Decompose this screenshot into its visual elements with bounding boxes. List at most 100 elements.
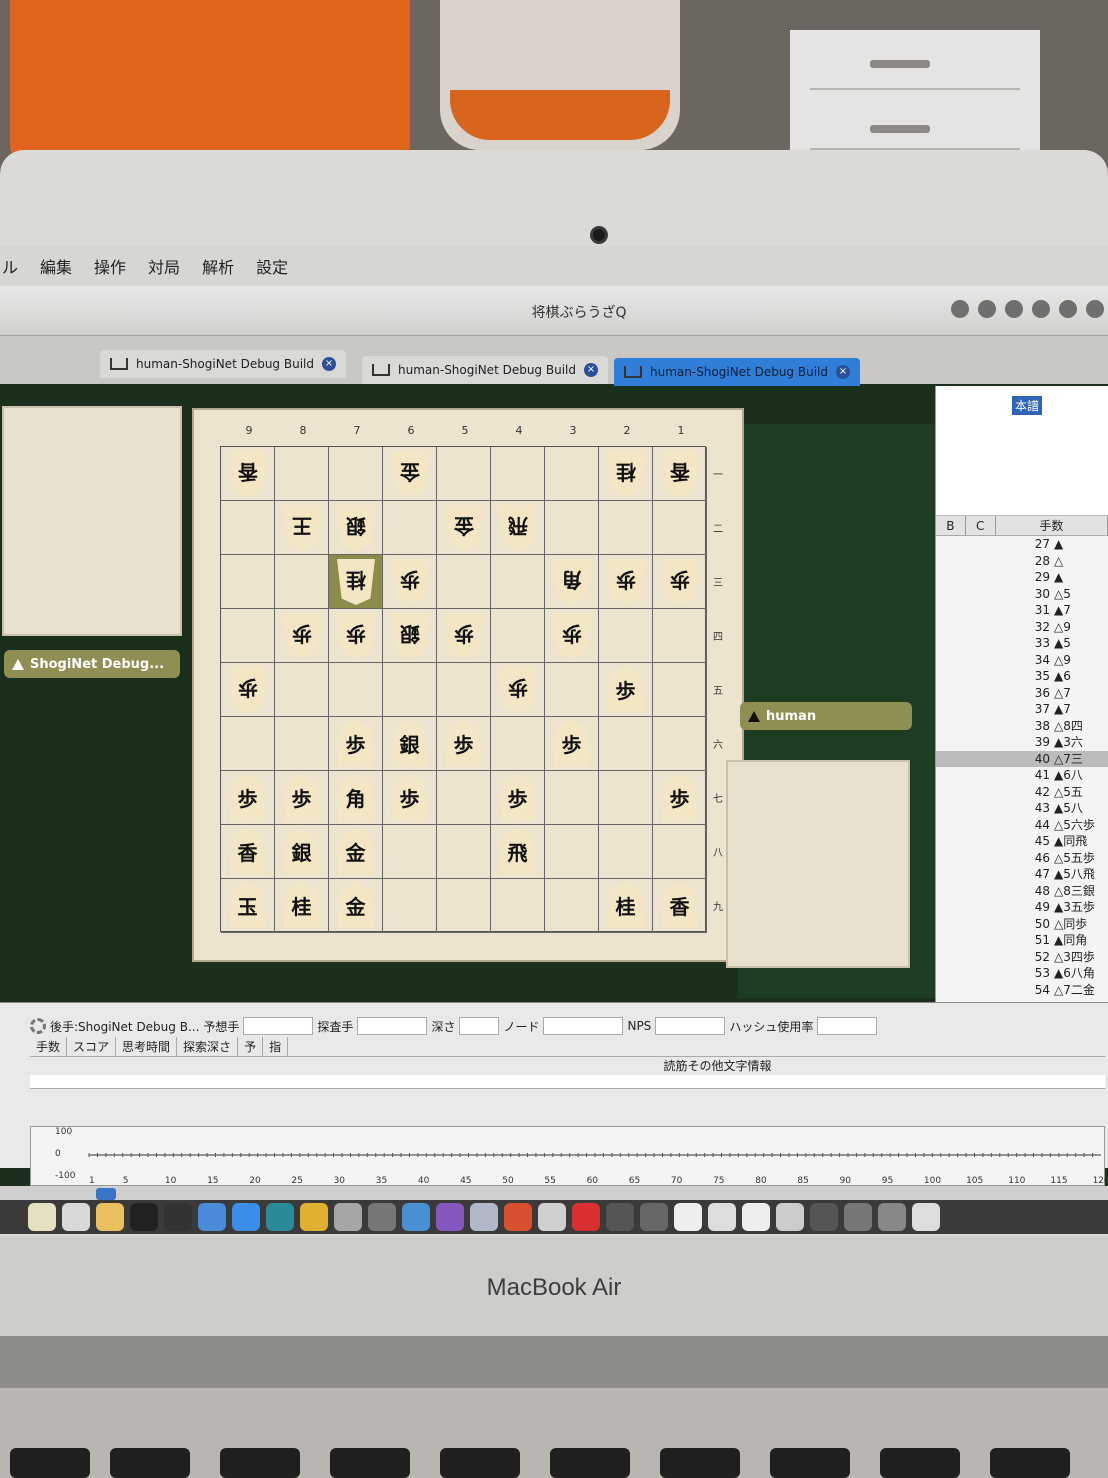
- kifu-row[interactable]: 32 △9: [936, 619, 1108, 636]
- board-square[interactable]: [275, 447, 329, 501]
- gote-piece[interactable]: 銀: [391, 613, 429, 659]
- sente-piece[interactable]: 香: [660, 882, 699, 929]
- scroll-chevron-icon[interactable]: [96, 1188, 116, 1200]
- board-square[interactable]: [221, 609, 275, 663]
- board-square[interactable]: [383, 663, 437, 717]
- board-square[interactable]: 歩: [221, 663, 275, 717]
- kifu-row[interactable]: 31 ▲7: [936, 602, 1108, 619]
- xcode-icon[interactable]: [402, 1203, 430, 1231]
- sente-piece[interactable]: 銀: [390, 720, 429, 767]
- menu-item[interactable]: 編集: [40, 254, 72, 278]
- sente-piece[interactable]: 歩: [228, 774, 267, 821]
- board-square[interactable]: 王: [275, 501, 329, 555]
- board-square[interactable]: 歩: [491, 663, 545, 717]
- board-square[interactable]: [437, 825, 491, 879]
- kifu-row[interactable]: 29 ▲: [936, 569, 1108, 586]
- gote-piece[interactable]: 銀: [337, 505, 375, 551]
- gote-piece[interactable]: 歩: [499, 667, 537, 713]
- board-square[interactable]: 桂: [329, 555, 383, 609]
- window-thumbnail[interactable]: [742, 1203, 770, 1231]
- kifu-col-c[interactable]: C: [966, 516, 996, 535]
- board-square[interactable]: [221, 717, 275, 771]
- kifu-row[interactable]: 46 △5五歩: [936, 850, 1108, 867]
- kifu-row[interactable]: 54 △7二金: [936, 982, 1108, 999]
- tab-game-1[interactable]: human-ShogiNet Debug Build ×: [100, 350, 346, 378]
- clock-icon[interactable]: [1059, 300, 1077, 318]
- window-thumbnail[interactable]: [640, 1203, 668, 1231]
- sente-piece[interactable]: 歩: [552, 720, 591, 767]
- kifu-row[interactable]: 42 △5五: [936, 784, 1108, 801]
- board-square[interactable]: [653, 609, 707, 663]
- kifu-row[interactable]: 30 △5: [936, 586, 1108, 603]
- kifu-row[interactable]: 41 ▲6八: [936, 767, 1108, 784]
- engine-col-score[interactable]: スコア: [67, 1037, 117, 1056]
- board-square[interactable]: [383, 501, 437, 555]
- preview-icon[interactable]: [470, 1203, 498, 1231]
- sente-piece[interactable]: 歩: [444, 720, 483, 767]
- kifu-tab-main[interactable]: 本譜: [1012, 396, 1043, 415]
- board-square[interactable]: 金: [437, 501, 491, 555]
- gote-piece[interactable]: 桂: [337, 559, 375, 605]
- window-thumbnail[interactable]: [606, 1203, 634, 1231]
- board-square[interactable]: [653, 825, 707, 879]
- window-thumbnail[interactable]: [878, 1203, 906, 1231]
- board-square[interactable]: [545, 663, 599, 717]
- board-square[interactable]: [491, 609, 545, 663]
- board-square[interactable]: [275, 555, 329, 609]
- board-square[interactable]: [383, 825, 437, 879]
- terminal-icon[interactable]: [130, 1203, 158, 1231]
- tab-game-3[interactable]: human-ShogiNet Debug Build ×: [614, 358, 860, 386]
- board-square[interactable]: [275, 717, 329, 771]
- board-square[interactable]: 歩: [653, 555, 707, 609]
- board-square[interactable]: [653, 501, 707, 555]
- board-square[interactable]: 香: [221, 825, 275, 879]
- gote-piece[interactable]: 歩: [229, 667, 267, 713]
- board-square[interactable]: [221, 555, 275, 609]
- board-square[interactable]: 歩: [329, 609, 383, 663]
- cloud-icon[interactable]: [951, 300, 969, 318]
- board-square[interactable]: 歩: [599, 555, 653, 609]
- gote-piece[interactable]: 歩: [337, 613, 375, 659]
- kifu-row[interactable]: 49 ▲3五歩: [936, 899, 1108, 916]
- board-square[interactable]: 歩: [491, 771, 545, 825]
- board-square[interactable]: [653, 663, 707, 717]
- gote-piece[interactable]: 歩: [445, 613, 483, 659]
- menu-item[interactable]: 解析: [202, 254, 234, 278]
- board-square[interactable]: 歩: [599, 663, 653, 717]
- close-icon[interactable]: ×: [321, 357, 336, 371]
- engine-col-predicted[interactable]: 予: [238, 1037, 264, 1056]
- board-square[interactable]: 歩: [437, 609, 491, 663]
- powerpoint-icon[interactable]: [504, 1203, 532, 1231]
- board-square[interactable]: 飛: [491, 825, 545, 879]
- board-square[interactable]: 歩: [275, 771, 329, 825]
- board-square[interactable]: 飛: [491, 501, 545, 555]
- board-square[interactable]: 銀: [383, 717, 437, 771]
- window-thumbnail[interactable]: [708, 1203, 736, 1231]
- board-square[interactable]: 玉: [221, 879, 275, 933]
- board-square[interactable]: [545, 879, 599, 933]
- board-square[interactable]: [491, 879, 545, 933]
- board-square[interactable]: 桂: [275, 879, 329, 933]
- gote-piece[interactable]: 歩: [553, 613, 591, 659]
- kifu-row[interactable]: 37 ▲7: [936, 701, 1108, 718]
- close-icon[interactable]: ×: [835, 365, 850, 379]
- board-square[interactable]: [599, 501, 653, 555]
- board-square[interactable]: [437, 879, 491, 933]
- board-square[interactable]: [545, 825, 599, 879]
- keynote-icon[interactable]: [198, 1203, 226, 1231]
- board-square[interactable]: [599, 609, 653, 663]
- window-thumbnail[interactable]: [776, 1203, 804, 1231]
- sync-icon[interactable]: [1005, 300, 1023, 318]
- kifu-row[interactable]: 45 ▲同飛: [936, 833, 1108, 850]
- board-square[interactable]: 桂: [599, 447, 653, 501]
- sente-piece[interactable]: 玉: [228, 882, 267, 929]
- board-square[interactable]: [437, 555, 491, 609]
- board-square[interactable]: 銀: [275, 825, 329, 879]
- board-square[interactable]: 金: [329, 825, 383, 879]
- board-square[interactable]: [599, 771, 653, 825]
- sente-piece[interactable]: 桂: [282, 882, 321, 929]
- board-square[interactable]: [491, 447, 545, 501]
- gear-icon[interactable]: [30, 1018, 46, 1034]
- wifi-icon[interactable]: [1086, 300, 1104, 318]
- menu-item[interactable]: 設定: [256, 254, 288, 278]
